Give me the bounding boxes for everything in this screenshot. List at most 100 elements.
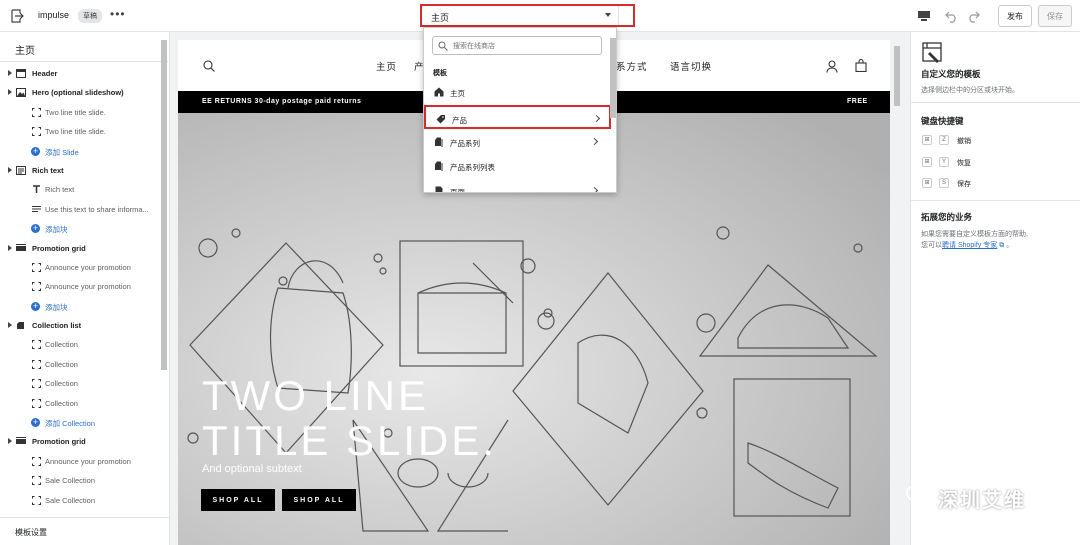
- block-item[interactable]: Announce your promotion: [0, 258, 160, 277]
- save-button[interactable]: 保存: [1038, 5, 1072, 27]
- expand-arrow-icon[interactable]: [8, 322, 12, 329]
- divider: [911, 200, 1080, 201]
- shortcut-label: 保存: [957, 181, 971, 188]
- chevron-right-icon: [592, 114, 601, 122]
- dropdown-item[interactable]: 产品: [424, 104, 611, 129]
- undo-icon[interactable]: [945, 9, 959, 23]
- expand-arrow-icon[interactable]: [8, 438, 12, 445]
- search-field[interactable]: [432, 36, 602, 55]
- add-block-button[interactable]: + 添加 Slide: [0, 142, 160, 161]
- section-item[interactable]: Promotion grid: [0, 432, 160, 451]
- section-item[interactable]: Rich text: [0, 161, 160, 180]
- block-item[interactable]: Rich text: [0, 180, 160, 199]
- nav-contact[interactable]: 系方式: [616, 59, 648, 73]
- text-icon: [16, 165, 26, 175]
- ctrl-key-icon: ⊞: [922, 156, 932, 167]
- nav-language[interactable]: 语言切换: [670, 59, 712, 73]
- grow-desc-2-suffix: 。: [1006, 242, 1014, 249]
- grow-desc-2: 您可以聘请 Shopify 专家 ⧉ 。: [921, 240, 1013, 250]
- chevron-down-icon: [605, 13, 611, 17]
- dropdown-item[interactable]: 产品系列: [424, 130, 611, 154]
- select-divider: [618, 6, 619, 25]
- shortcut-key: Z: [939, 135, 949, 145]
- block-item[interactable]: Sale Collection: [0, 471, 160, 490]
- block-item[interactable]: Collection: [0, 374, 160, 393]
- section-label: Header: [32, 69, 58, 78]
- block-item[interactable]: Use this text to share informa...: [0, 200, 160, 219]
- section-tree: Header Hero (optional slideshow) Two line …: [0, 64, 160, 510]
- block-item[interactable]: Announce your promotion: [0, 452, 160, 471]
- template-select[interactable]: 主页: [420, 4, 635, 27]
- exit-icon[interactable]: [10, 9, 24, 23]
- cart-icon[interactable]: [855, 59, 867, 72]
- block-icon: [32, 282, 41, 292]
- redo-icon[interactable]: [966, 9, 980, 23]
- theme-settings[interactable]: 模板设置: [0, 517, 169, 545]
- nav-home[interactable]: 主页: [376, 59, 397, 73]
- hero-title-line-1: TWO LINE: [202, 372, 430, 419]
- block-item[interactable]: Announce your promotion: [0, 277, 160, 296]
- section-label: Promotion grid: [32, 437, 86, 447]
- preview-scroll-thumb[interactable]: [894, 46, 900, 106]
- block-label: Use this text to share informa...: [45, 204, 149, 214]
- draft-badge: 草稿: [78, 9, 102, 23]
- account-icon[interactable]: [826, 60, 838, 73]
- preview-scrollbar[interactable]: [892, 40, 902, 545]
- block-item[interactable]: Two line title slide.: [0, 103, 160, 122]
- section-item[interactable]: Hero (optional slideshow): [0, 83, 160, 102]
- add-block-button[interactable]: + 添加 Collection: [0, 413, 160, 432]
- dropdown-item[interactable]: 产品系列列表: [424, 154, 611, 178]
- section-item[interactable]: Header: [0, 64, 160, 83]
- dropdown-scrollbar[interactable]: [610, 38, 616, 118]
- customize-title: 自定义您的模板: [921, 69, 981, 79]
- announcement-text: EE RETURNS 30-day postage paid returns: [202, 98, 362, 105]
- section-label: Rich text: [32, 165, 64, 175]
- search-icon: [438, 41, 448, 51]
- dropdown-item[interactable]: 页面: [424, 179, 611, 192]
- add-block-button[interactable]: + 添加块: [0, 219, 160, 238]
- chevron-right-icon: [590, 187, 599, 192]
- block-icon: [32, 359, 41, 369]
- ctrl-key-icon: ⊞: [922, 178, 932, 188]
- search-icon[interactable]: [203, 60, 215, 72]
- section-item[interactable]: Promotion grid: [0, 239, 160, 258]
- add-block-button[interactable]: + 添加块: [0, 297, 160, 316]
- block-icon: [32, 456, 41, 466]
- watermark: 深圳艾维: [905, 482, 1065, 512]
- shop-all-button-1[interactable]: SHOP ALL: [201, 489, 275, 511]
- shortcut-key: S: [939, 178, 949, 188]
- page-icon: [435, 186, 443, 192]
- search-input[interactable]: [453, 40, 593, 52]
- template-select-value: 主页: [431, 13, 450, 23]
- shop-all-button-2[interactable]: SHOP ALL: [282, 489, 356, 511]
- block-item[interactable]: Two line title slide.: [0, 122, 160, 141]
- block-item[interactable]: Collection: [0, 355, 160, 374]
- expand-arrow-icon[interactable]: [8, 89, 12, 96]
- collections-icon: [435, 137, 443, 147]
- divider: [0, 61, 168, 62]
- publish-button[interactable]: 发布: [998, 5, 1032, 27]
- block-label: Announce your promotion: [45, 262, 131, 272]
- block-item[interactable]: Sale Collection: [0, 491, 160, 510]
- hire-expert-link[interactable]: 聘请 Shopify 专家: [942, 242, 997, 249]
- expand-arrow-icon[interactable]: [8, 166, 12, 173]
- group-label: 模板: [433, 70, 447, 77]
- page-title: 主页: [15, 46, 35, 57]
- dropdown-item-label: 产品: [452, 115, 467, 125]
- more-actions-button[interactable]: •••: [110, 7, 126, 21]
- expand-arrow-icon[interactable]: [8, 244, 12, 251]
- shortcut-label: 撤销: [957, 138, 971, 145]
- block-icon: [32, 107, 41, 117]
- block-label: Collection: [45, 340, 78, 350]
- expand-arrow-icon[interactable]: [8, 70, 12, 76]
- block-item[interactable]: Collection: [0, 394, 160, 413]
- left-scrollbar[interactable]: [161, 40, 167, 370]
- device-preview-icon[interactable]: [917, 9, 931, 23]
- theme-customize-icon: [922, 42, 942, 63]
- left-sidebar: 主页 Header Hero (optional slideshow) Two li…: [0, 32, 170, 545]
- collection-icon: [17, 322, 24, 330]
- section-item[interactable]: Collection list: [0, 316, 160, 335]
- plus-icon: +: [31, 417, 40, 428]
- dropdown-item[interactable]: 主页: [424, 80, 611, 104]
- block-item[interactable]: Collection: [0, 335, 160, 354]
